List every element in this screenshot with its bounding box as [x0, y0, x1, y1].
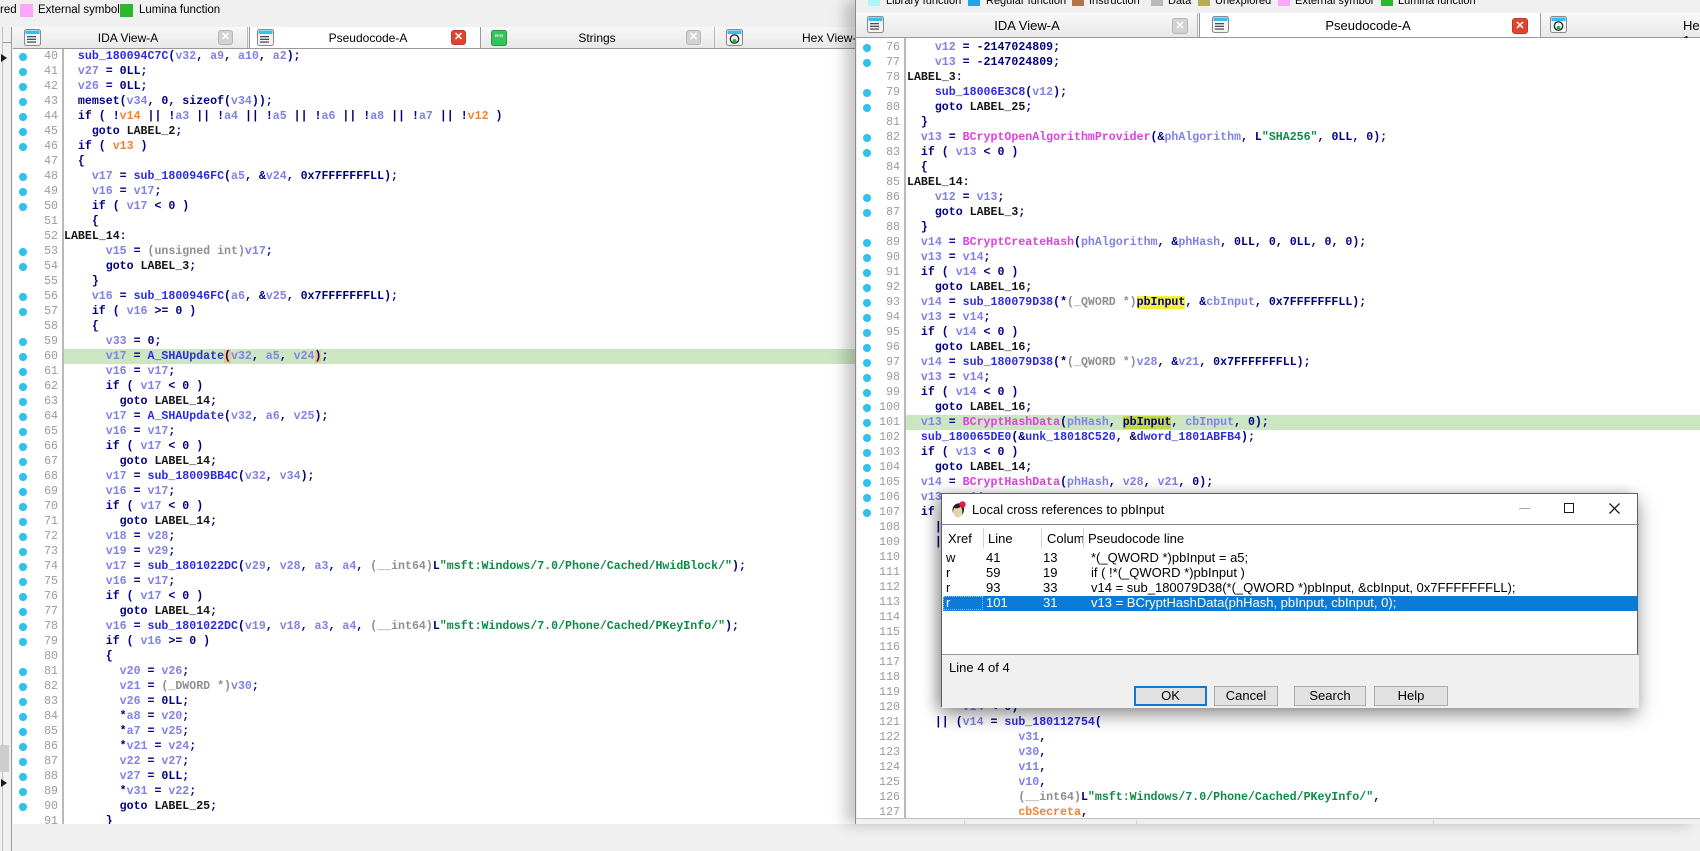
svg-text:””: ””: [495, 33, 504, 43]
